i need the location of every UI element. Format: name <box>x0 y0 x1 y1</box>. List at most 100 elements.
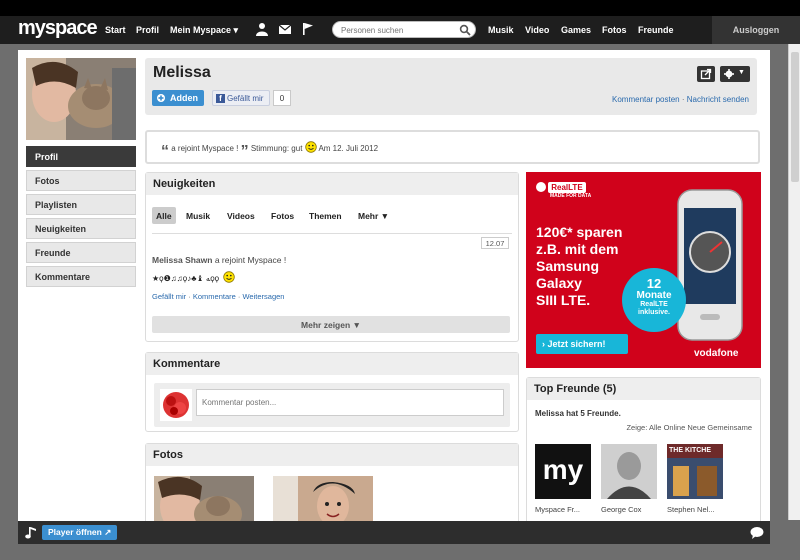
news-author[interactable]: Melissa Shawn <box>152 255 212 265</box>
player-bar: Player öffnen ↗ <box>18 521 770 544</box>
like-count: 0 <box>273 90 291 106</box>
chat-icon[interactable] <box>750 526 764 539</box>
like-link[interactable]: Gefällt mir <box>152 292 186 301</box>
facebook-like-label: Gefällt mir <box>227 94 264 103</box>
ad-promo-line: Monate <box>636 290 672 301</box>
ad-headline-line: 120€* sparen <box>536 224 623 240</box>
ad-headline-line: z.B. mit dem <box>536 241 619 257</box>
friend-card[interactable]: my Myspace Fr... <box>535 444 591 514</box>
sidebar-item-kommentare[interactable]: Kommentare <box>26 266 136 287</box>
chevron-down-icon: ▼ <box>738 69 745 76</box>
news-panel: Neuigkeiten Alle Musik Videos Fotos Them… <box>145 172 519 342</box>
status-box: “ a rejoint Myspace ! ” Stimmung: gut Am… <box>145 130 760 164</box>
news-date: 12.07 <box>481 237 509 249</box>
ad-cta-button[interactable]: › Jetzt sichern! <box>536 334 628 354</box>
plus-circle-icon <box>157 94 165 102</box>
status-text: a rejoint Myspace ! <box>171 144 239 153</box>
filter-online[interactable]: Online <box>664 423 686 432</box>
profile-actions: Kommentar posten · Nachricht senden <box>612 95 749 104</box>
top-friends-panel: Top Freunde (5) Melissa hat 5 Freunde. Z… <box>526 377 761 537</box>
tab-videos[interactable]: Videos <box>223 207 259 224</box>
news-glyph-text: ★ϙ❶♫♫ϙ♪♣♝ ﻪϙϙ <box>152 274 220 283</box>
link-separator: · <box>681 95 685 104</box>
filter-gemeinsame[interactable]: Gemeinsame <box>707 423 752 432</box>
facebook-like-button[interactable]: f Gefällt mir <box>212 90 270 106</box>
chevron-down-icon: ▾ <box>233 25 239 35</box>
add-friend-button[interactable]: Adden <box>152 90 204 106</box>
friends-filter: Zeige: Alle Online Neue Gemeinsame <box>626 423 752 432</box>
ad-headline: 120€* sparen z.B. mit dem Samsung Galaxy… <box>536 224 622 309</box>
scrollbar[interactable] <box>788 44 800 520</box>
send-message-link[interactable]: Nachricht senden <box>687 95 749 104</box>
friends-summary: Melissa hat 5 Freunde. <box>535 409 621 418</box>
tab-themen[interactable]: Themen <box>305 207 346 224</box>
mail-icon[interactable] <box>278 22 292 36</box>
nav-fotos[interactable]: Fotos <box>602 25 627 35</box>
photos-title: Fotos <box>146 444 518 466</box>
share-icon <box>700 68 712 80</box>
nav-freunde[interactable]: Freunde <box>638 25 674 35</box>
avatar <box>160 389 192 421</box>
search-icon[interactable] <box>459 24 471 36</box>
nav-games[interactable]: Games <box>561 25 591 35</box>
news-title: Neuigkeiten <box>146 173 518 195</box>
profile-avatar[interactable] <box>26 58 136 140</box>
scrollbar-thumb[interactable] <box>791 52 799 182</box>
comments-link[interactable]: Kommentare <box>193 292 236 301</box>
ad-cta-label: Jetzt sichern! <box>547 339 606 349</box>
nav-start[interactable]: Start <box>105 25 126 35</box>
news-entry: Melissa Shawn a rejoint Myspace ! <box>152 255 286 265</box>
filter-alle[interactable]: Alle <box>649 423 662 432</box>
ad-brand: vodafone <box>694 348 739 359</box>
sidebar-item-playlisten[interactable]: Playlisten <box>26 194 136 215</box>
comments-panel: Kommentare <box>145 352 519 432</box>
friend-avatar: my <box>535 444 591 499</box>
divider <box>152 233 512 234</box>
vodafone-ad-banner[interactable]: RealLTE MADE FOR DATA 120€* sparen z.B. … <box>526 172 761 368</box>
top-friends-title: Top Freunde (5) <box>527 378 760 400</box>
music-note-icon[interactable] <box>25 526 37 539</box>
ad-headline-line: Galaxy <box>536 275 582 291</box>
friend-card[interactable]: George Cox <box>601 444 657 514</box>
nav-musik[interactable]: Musik <box>488 25 514 35</box>
nav-video[interactable]: Video <box>525 25 549 35</box>
search-input[interactable] <box>341 25 459 36</box>
sidebar-item-profil[interactable]: Profil <box>26 146 136 167</box>
action-separator: · <box>188 292 191 301</box>
open-player-button[interactable]: Player öffnen ↗ <box>42 525 118 540</box>
smiley-icon <box>304 141 317 153</box>
ad-promo-line: inklusive. <box>638 309 670 316</box>
search-box[interactable] <box>332 21 476 38</box>
post-comment-link[interactable]: Kommentar posten <box>612 95 680 104</box>
show-more-button[interactable]: Mehr zeigen ▼ <box>152 316 510 333</box>
myspace-logo[interactable]: myspace <box>18 17 98 40</box>
mood-label: Stimmung: gut <box>250 144 303 153</box>
nav-mein-myspace[interactable]: Mein Myspace ▾ <box>170 25 238 36</box>
sidebar-item-fotos[interactable]: Fotos <box>26 170 136 191</box>
nav-profil[interactable]: Profil <box>136 25 159 35</box>
friend-avatar: THE KITCHE <box>667 444 723 499</box>
news-entry-text: a rejoint Myspace ! <box>214 255 287 265</box>
flag-icon[interactable] <box>301 22 315 36</box>
share-link[interactable]: Weitersagen <box>242 292 284 301</box>
status-date: Am 12. Juli 2012 <box>318 144 379 153</box>
friend-name: Stephen Nel... <box>667 505 715 514</box>
status-line: “ a rejoint Myspace ! ” Stimmung: gut Am… <box>161 141 378 161</box>
user-icon[interactable] <box>255 22 269 36</box>
comment-compose <box>154 383 510 427</box>
friend-card[interactable]: THE KITCHE Stephen Nel... <box>667 444 723 514</box>
tab-musik[interactable]: Musik <box>182 207 214 224</box>
tab-alle[interactable]: Alle <box>152 207 176 224</box>
ad-badge-label: RealLTE <box>548 182 586 193</box>
share-button[interactable] <box>697 66 715 82</box>
sidebar-item-neuigkeiten[interactable]: Neuigkeiten <box>26 218 136 239</box>
logout-button[interactable]: Ausloggen <box>712 16 800 44</box>
comment-input[interactable] <box>196 389 504 416</box>
settings-dropdown-button[interactable]: ▼ <box>720 66 750 82</box>
tab-fotos[interactable]: Fotos <box>267 207 298 224</box>
tab-mehr[interactable]: Mehr ▼ <box>354 207 393 224</box>
ad-headline-line: SIII LTE. <box>536 292 591 308</box>
smiley-icon <box>223 271 236 283</box>
sidebar-item-freunde[interactable]: Freunde <box>26 242 136 263</box>
filter-neue[interactable]: Neue <box>687 423 705 432</box>
